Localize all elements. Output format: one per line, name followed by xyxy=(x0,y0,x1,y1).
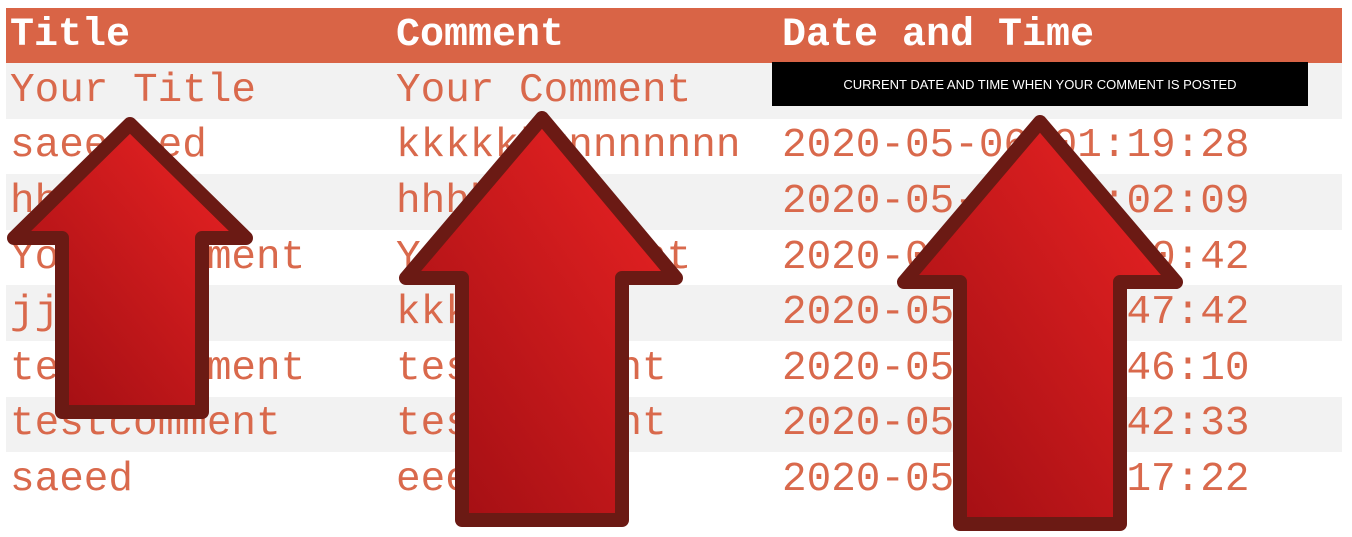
header-comment: Comment xyxy=(396,13,565,58)
header-date-time: Date and Time xyxy=(782,13,1095,58)
up-arrow-icon xyxy=(7,117,253,419)
cell-title: saeed xyxy=(10,456,134,503)
header-title: Title xyxy=(10,13,131,58)
up-arrow-icon xyxy=(399,111,683,527)
title-placeholder[interactable]: Your Title xyxy=(6,63,256,119)
datetime-note: CURRENT DATE AND TIME WHEN YOUR COMMENT … xyxy=(772,62,1308,106)
up-arrow-icon xyxy=(897,115,1183,531)
table-header: Title Comment Date and Time xyxy=(6,8,1342,63)
